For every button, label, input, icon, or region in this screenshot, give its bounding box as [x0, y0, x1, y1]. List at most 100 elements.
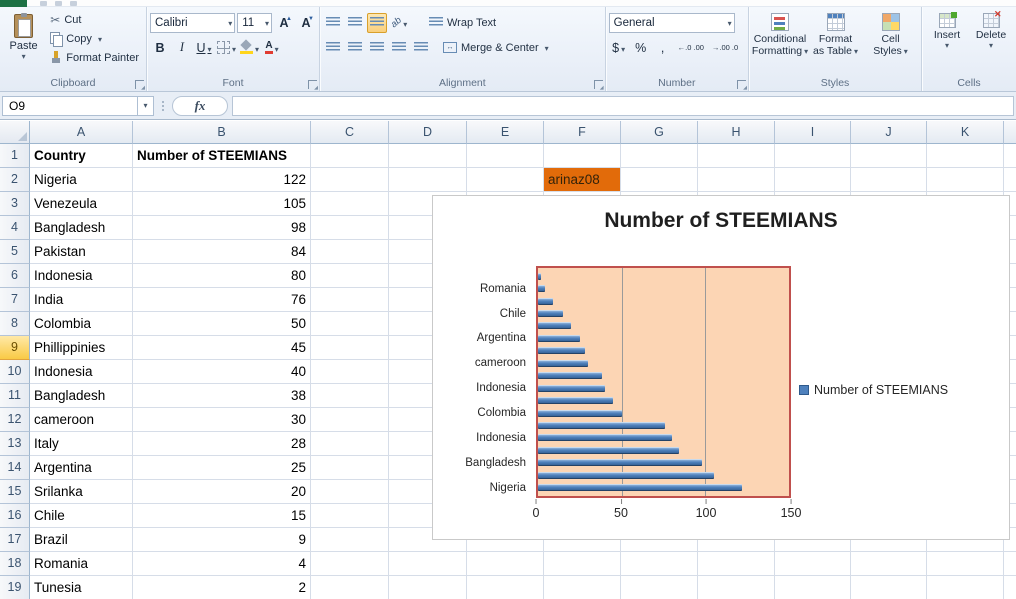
column-header-F[interactable]: F — [544, 121, 621, 144]
cell-B15[interactable]: 20 — [133, 480, 311, 504]
row-header-16[interactable]: 16 — [0, 504, 30, 528]
cell-K18[interactable] — [927, 552, 1004, 576]
paste-dropdown-arrow[interactable] — [22, 52, 26, 61]
cell-B10[interactable]: 40 — [133, 360, 311, 384]
paste-button[interactable]: Paste — [3, 10, 44, 76]
cell-D18[interactable] — [389, 552, 467, 576]
cell-A4[interactable]: Bangladesh — [30, 216, 133, 240]
cell-C17[interactable] — [311, 528, 389, 552]
cell-A14[interactable]: Argentina — [30, 456, 133, 480]
cell-A8[interactable]: Colombia — [30, 312, 133, 336]
cell-I2[interactable] — [775, 168, 851, 192]
row-header-4[interactable]: 4 — [0, 216, 30, 240]
column-header-E[interactable]: E — [467, 121, 544, 144]
column-header-H[interactable]: H — [698, 121, 775, 144]
cell-G18[interactable] — [621, 552, 698, 576]
cell-B1[interactable]: Number of STEEMIANS — [133, 144, 311, 168]
cell-C19[interactable] — [311, 576, 389, 599]
insert-function-button[interactable]: fx — [172, 95, 228, 116]
formula-bar-handle[interactable] — [157, 100, 169, 111]
cell-B19[interactable]: 2 — [133, 576, 311, 599]
column-header-D[interactable]: D — [389, 121, 467, 144]
borders-dropdown-arrow[interactable] — [230, 41, 236, 55]
cell-C4[interactable] — [311, 216, 389, 240]
cell-B14[interactable]: 25 — [133, 456, 311, 480]
cell-H19[interactable] — [698, 576, 775, 599]
column-header-G[interactable]: G — [621, 121, 698, 144]
cell-A3[interactable]: Venezeula — [30, 192, 133, 216]
row-header-18[interactable]: 18 — [0, 552, 30, 576]
cell-B12[interactable]: 30 — [133, 408, 311, 432]
comma-style-button[interactable]: , — [653, 38, 673, 58]
row-header-1[interactable]: 1 — [0, 144, 30, 168]
cell-D19[interactable] — [389, 576, 467, 599]
cell-styles-button[interactable]: Cell Styles — [863, 10, 918, 76]
name-box-dropdown[interactable] — [138, 95, 154, 116]
clipboard-dialog-launcher[interactable] — [135, 80, 145, 91]
name-box[interactable]: O9 — [2, 95, 138, 116]
cell-H1[interactable] — [698, 144, 775, 168]
align-middle-button[interactable] — [345, 13, 365, 33]
alignment-dialog-launcher[interactable] — [593, 80, 604, 91]
cell-C16[interactable] — [311, 504, 389, 528]
row-header-8[interactable]: 8 — [0, 312, 30, 336]
cell-E2[interactable] — [467, 168, 544, 192]
cell-I18[interactable] — [775, 552, 851, 576]
row-header-5[interactable]: 5 — [0, 240, 30, 264]
cut-button[interactable]: Cut — [46, 10, 143, 29]
cell-B3[interactable]: 105 — [133, 192, 311, 216]
cell-C8[interactable] — [311, 312, 389, 336]
cell-C14[interactable] — [311, 456, 389, 480]
row-header-2[interactable]: 2 — [0, 168, 30, 192]
cell-A19[interactable]: Tunesia — [30, 576, 133, 599]
increase-indent-button[interactable] — [411, 38, 431, 58]
copy-button[interactable]: Copy — [46, 29, 143, 48]
decrease-indent-button[interactable] — [389, 38, 409, 58]
cell-B18[interactable]: 4 — [133, 552, 311, 576]
format-as-table-button[interactable]: Format as Table — [808, 10, 863, 76]
cell-F19[interactable] — [544, 576, 621, 599]
cell-filler-1[interactable] — [1004, 144, 1016, 168]
cell-B8[interactable]: 50 — [133, 312, 311, 336]
cell-C10[interactable] — [311, 360, 389, 384]
align-top-button[interactable] — [323, 13, 343, 33]
column-header-K[interactable]: K — [927, 121, 1004, 144]
orientation-button[interactable]: ab — [388, 13, 409, 33]
row-header-13[interactable]: 13 — [0, 432, 30, 456]
cell-A10[interactable]: Indonesia — [30, 360, 133, 384]
percent-style-button[interactable]: % — [631, 38, 651, 58]
cell-C11[interactable] — [311, 384, 389, 408]
cell-filler-18[interactable] — [1004, 552, 1016, 576]
cell-K19[interactable] — [927, 576, 1004, 599]
cell-A13[interactable]: Italy — [30, 432, 133, 456]
row-header-6[interactable]: 6 — [0, 264, 30, 288]
cell-K2[interactable] — [927, 168, 1004, 192]
accounting-dropdown-arrow[interactable] — [619, 41, 625, 55]
font-color-button[interactable]: A — [262, 38, 282, 58]
cell-C5[interactable] — [311, 240, 389, 264]
align-center-button[interactable] — [345, 38, 365, 58]
cell-J1[interactable] — [851, 144, 927, 168]
italic-button[interactable]: I — [172, 38, 192, 58]
cell-B13[interactable]: 28 — [133, 432, 311, 456]
fill-color-button[interactable] — [239, 38, 260, 58]
cell-C2[interactable] — [311, 168, 389, 192]
cell-B17[interactable]: 9 — [133, 528, 311, 552]
font-size-select[interactable]: 11 — [237, 12, 272, 33]
row-header-11[interactable]: 11 — [0, 384, 30, 408]
cell-A15[interactable]: Srilanka — [30, 480, 133, 504]
cell-C9[interactable] — [311, 336, 389, 360]
cell-J2[interactable] — [851, 168, 927, 192]
row-header-19[interactable]: 19 — [0, 576, 30, 599]
formula-input[interactable] — [232, 95, 1014, 116]
cell-A1[interactable]: Country — [30, 144, 133, 168]
quick-access-redo-icon[interactable] — [70, 1, 77, 6]
cell-H18[interactable] — [698, 552, 775, 576]
cell-C13[interactable] — [311, 432, 389, 456]
cell-C3[interactable] — [311, 192, 389, 216]
increase-decimal-button[interactable]: ←.0 .00 — [675, 38, 707, 58]
cell-B16[interactable]: 15 — [133, 504, 311, 528]
select-all-corner[interactable] — [0, 121, 30, 144]
cell-filler-19[interactable] — [1004, 576, 1016, 599]
cell-C7[interactable] — [311, 288, 389, 312]
